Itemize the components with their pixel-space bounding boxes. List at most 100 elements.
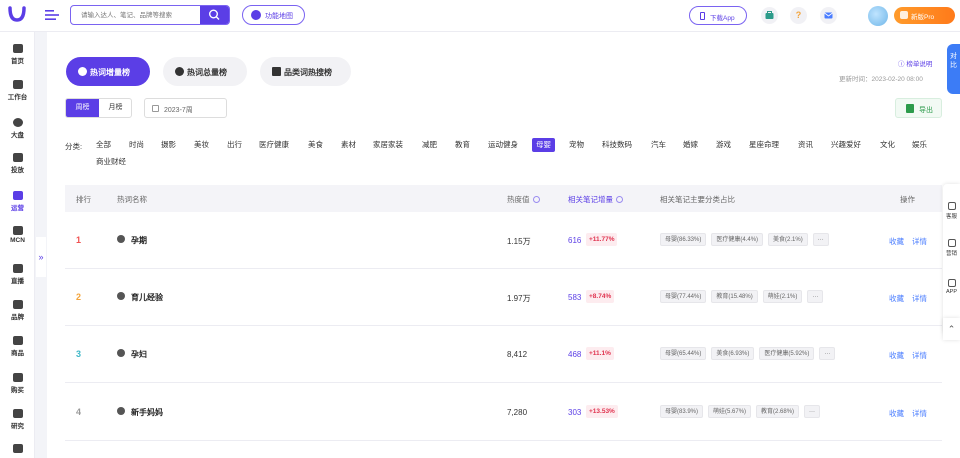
category-share: 母婴(65.44%) 美食(6.93%) 医疗健康(5.92%) ··· [660,347,840,360]
customer-service-button[interactable]: 客服 [943,202,960,220]
category-item[interactable]: 全部 [96,138,111,152]
compare-tab[interactable]: 对比 [947,44,960,94]
collect-link[interactable]: 收藏 [889,408,904,419]
sidebar-item-brand[interactable]: 品牌 [0,300,35,321]
sidebar-item-delivery[interactable]: 投放 [0,153,35,174]
category-item[interactable]: 商业财经 [96,155,126,169]
keyword[interactable]: 孕期 [131,235,147,246]
category-item[interactable]: 游戏 [716,138,731,152]
category-item-active[interactable]: 母婴 [532,138,555,152]
back-to-top-button[interactable]: ⌃ [943,318,960,340]
header-heat[interactable]: 热度值 [507,194,540,205]
category-share: 母婴(86.33%) 医疗健康(4.4%) 美食(2.1%) ··· [660,233,834,246]
share-chip: 母婴(77.44%) [660,290,707,303]
category-item[interactable]: 宠物 [569,138,584,152]
category-item[interactable]: 医疗健康 [259,138,289,152]
menu-fold-icon[interactable] [45,9,59,21]
sidebar-item-more[interactable] [0,444,35,455]
download-app-button[interactable]: 下载App [689,6,747,25]
more-chip[interactable]: ··· [804,405,821,418]
tab-hotword-total[interactable]: 热词总量榜 [163,57,247,86]
growth-badge: +13.53% [586,405,618,418]
help-icon[interactable]: ? [790,7,807,24]
detail-link[interactable]: 详情 [912,236,927,247]
category-item[interactable]: 娱乐 [912,138,927,152]
sidebar-item-live[interactable]: 直播 [0,264,35,285]
feature-map-button[interactable]: 功能地图 [242,5,305,25]
question-icon[interactable] [532,196,540,203]
sidebar-item-goods[interactable]: 商品 [0,336,35,357]
tab-label: 热词总量榜 [187,68,227,77]
sidebar-item-workbench[interactable]: 工作台 [0,80,35,101]
category-item[interactable]: 星座命理 [749,138,779,152]
sidebar-expand-button[interactable]: » [36,237,46,277]
month-button[interactable]: 月榜 [99,99,131,117]
category-item[interactable]: 运动健身 [488,138,518,152]
category-item[interactable]: 兴趣爱好 [831,138,861,152]
category-item[interactable]: 科技数码 [602,138,632,152]
detail-link[interactable]: 详情 [912,350,927,361]
more-chip[interactable]: ··· [812,233,829,246]
search-input[interactable] [71,6,201,24]
brand-icon [12,300,23,309]
sidebar-item-research[interactable]: 研究 [0,409,35,430]
tab-category-hot-search[interactable]: 品类词热搜榜 [260,57,351,86]
video-icon [12,264,23,273]
tab-label: 热词增量榜 [90,68,130,77]
sidebar-item-mcn[interactable]: MCN [0,226,35,244]
rank-number: 3 [76,349,82,359]
sidebar-item-purchase[interactable]: 购买 [0,373,35,394]
category-item[interactable]: 出行 [227,138,242,152]
category-item[interactable]: 婚嫁 [683,138,698,152]
collect-link[interactable]: 收藏 [889,350,904,361]
header-notes[interactable]: 相关笔记增量 [568,194,623,205]
mail-icon[interactable] [820,7,837,24]
briefcase-icon[interactable] [761,7,778,24]
category-item[interactable]: 家居家装 [373,138,403,152]
category-item[interactable]: 汽车 [651,138,666,152]
folder-icon [12,153,23,162]
download-app-label: 下载App [710,15,735,22]
keyword[interactable]: 孕妇 [131,349,147,360]
more-chip[interactable]: ··· [807,290,824,303]
category-item[interactable]: 摄影 [161,138,176,152]
question-icon[interactable] [616,196,623,203]
avatar[interactable] [868,6,888,26]
pro-version-button[interactable]: 新版Pro [894,7,955,24]
marketing-button[interactable]: 营销 [943,239,960,257]
category-item[interactable]: 教育 [455,138,470,152]
date-picker[interactable]: 2023-7周 [144,98,227,118]
header-heat-label: 热度值 [507,195,530,204]
category-item[interactable]: 美食 [308,138,323,152]
share-chip: 母婴(65.44%) [660,347,707,360]
search-button[interactable] [200,6,229,24]
category-item[interactable]: 资讯 [798,138,813,152]
week-button[interactable]: 周榜 [66,99,99,117]
app-button[interactable]: APP [943,279,960,295]
logo-icon[interactable] [8,6,26,22]
share-chip: 教育(15.48%) [711,290,758,303]
category-item[interactable]: 素材 [341,138,356,152]
keyword[interactable]: 育儿经验 [131,292,163,303]
collect-link[interactable]: 收藏 [889,293,904,304]
tab-hotword-increment[interactable]: 热词增量榜 [66,57,150,86]
notes-increment: 583 [568,293,582,302]
sidebar-item-market[interactable]: 大盘 [0,118,35,139]
category-item[interactable]: 时尚 [129,138,144,152]
category-item[interactable]: 美妆 [194,138,209,152]
export-button[interactable]: 导出 [895,98,942,118]
heat-value: 1.97万 [507,294,531,303]
ranking-rules-label: 榜单说明 [906,61,933,68]
collect-link[interactable]: 收藏 [889,236,904,247]
table-row: 4 新手妈妈 7,280 303 +13.53% 母婴(83.9%) 萌娃(5.6… [65,384,942,441]
more-chip[interactable]: ··· [819,347,836,360]
keyword[interactable]: 新手妈妈 [131,407,163,418]
detail-link[interactable]: 详情 [912,408,927,419]
header-action: 操作 [900,195,915,204]
category-item[interactable]: 文化 [880,138,895,152]
detail-link[interactable]: 详情 [912,293,927,304]
ranking-rules-link[interactable]: ⓘ 榜单说明 [898,58,932,68]
category-item[interactable]: 减肥 [422,138,437,152]
sidebar-item-operation[interactable]: 运营 [0,191,35,212]
sidebar-item-home[interactable]: 首页 [0,44,35,65]
